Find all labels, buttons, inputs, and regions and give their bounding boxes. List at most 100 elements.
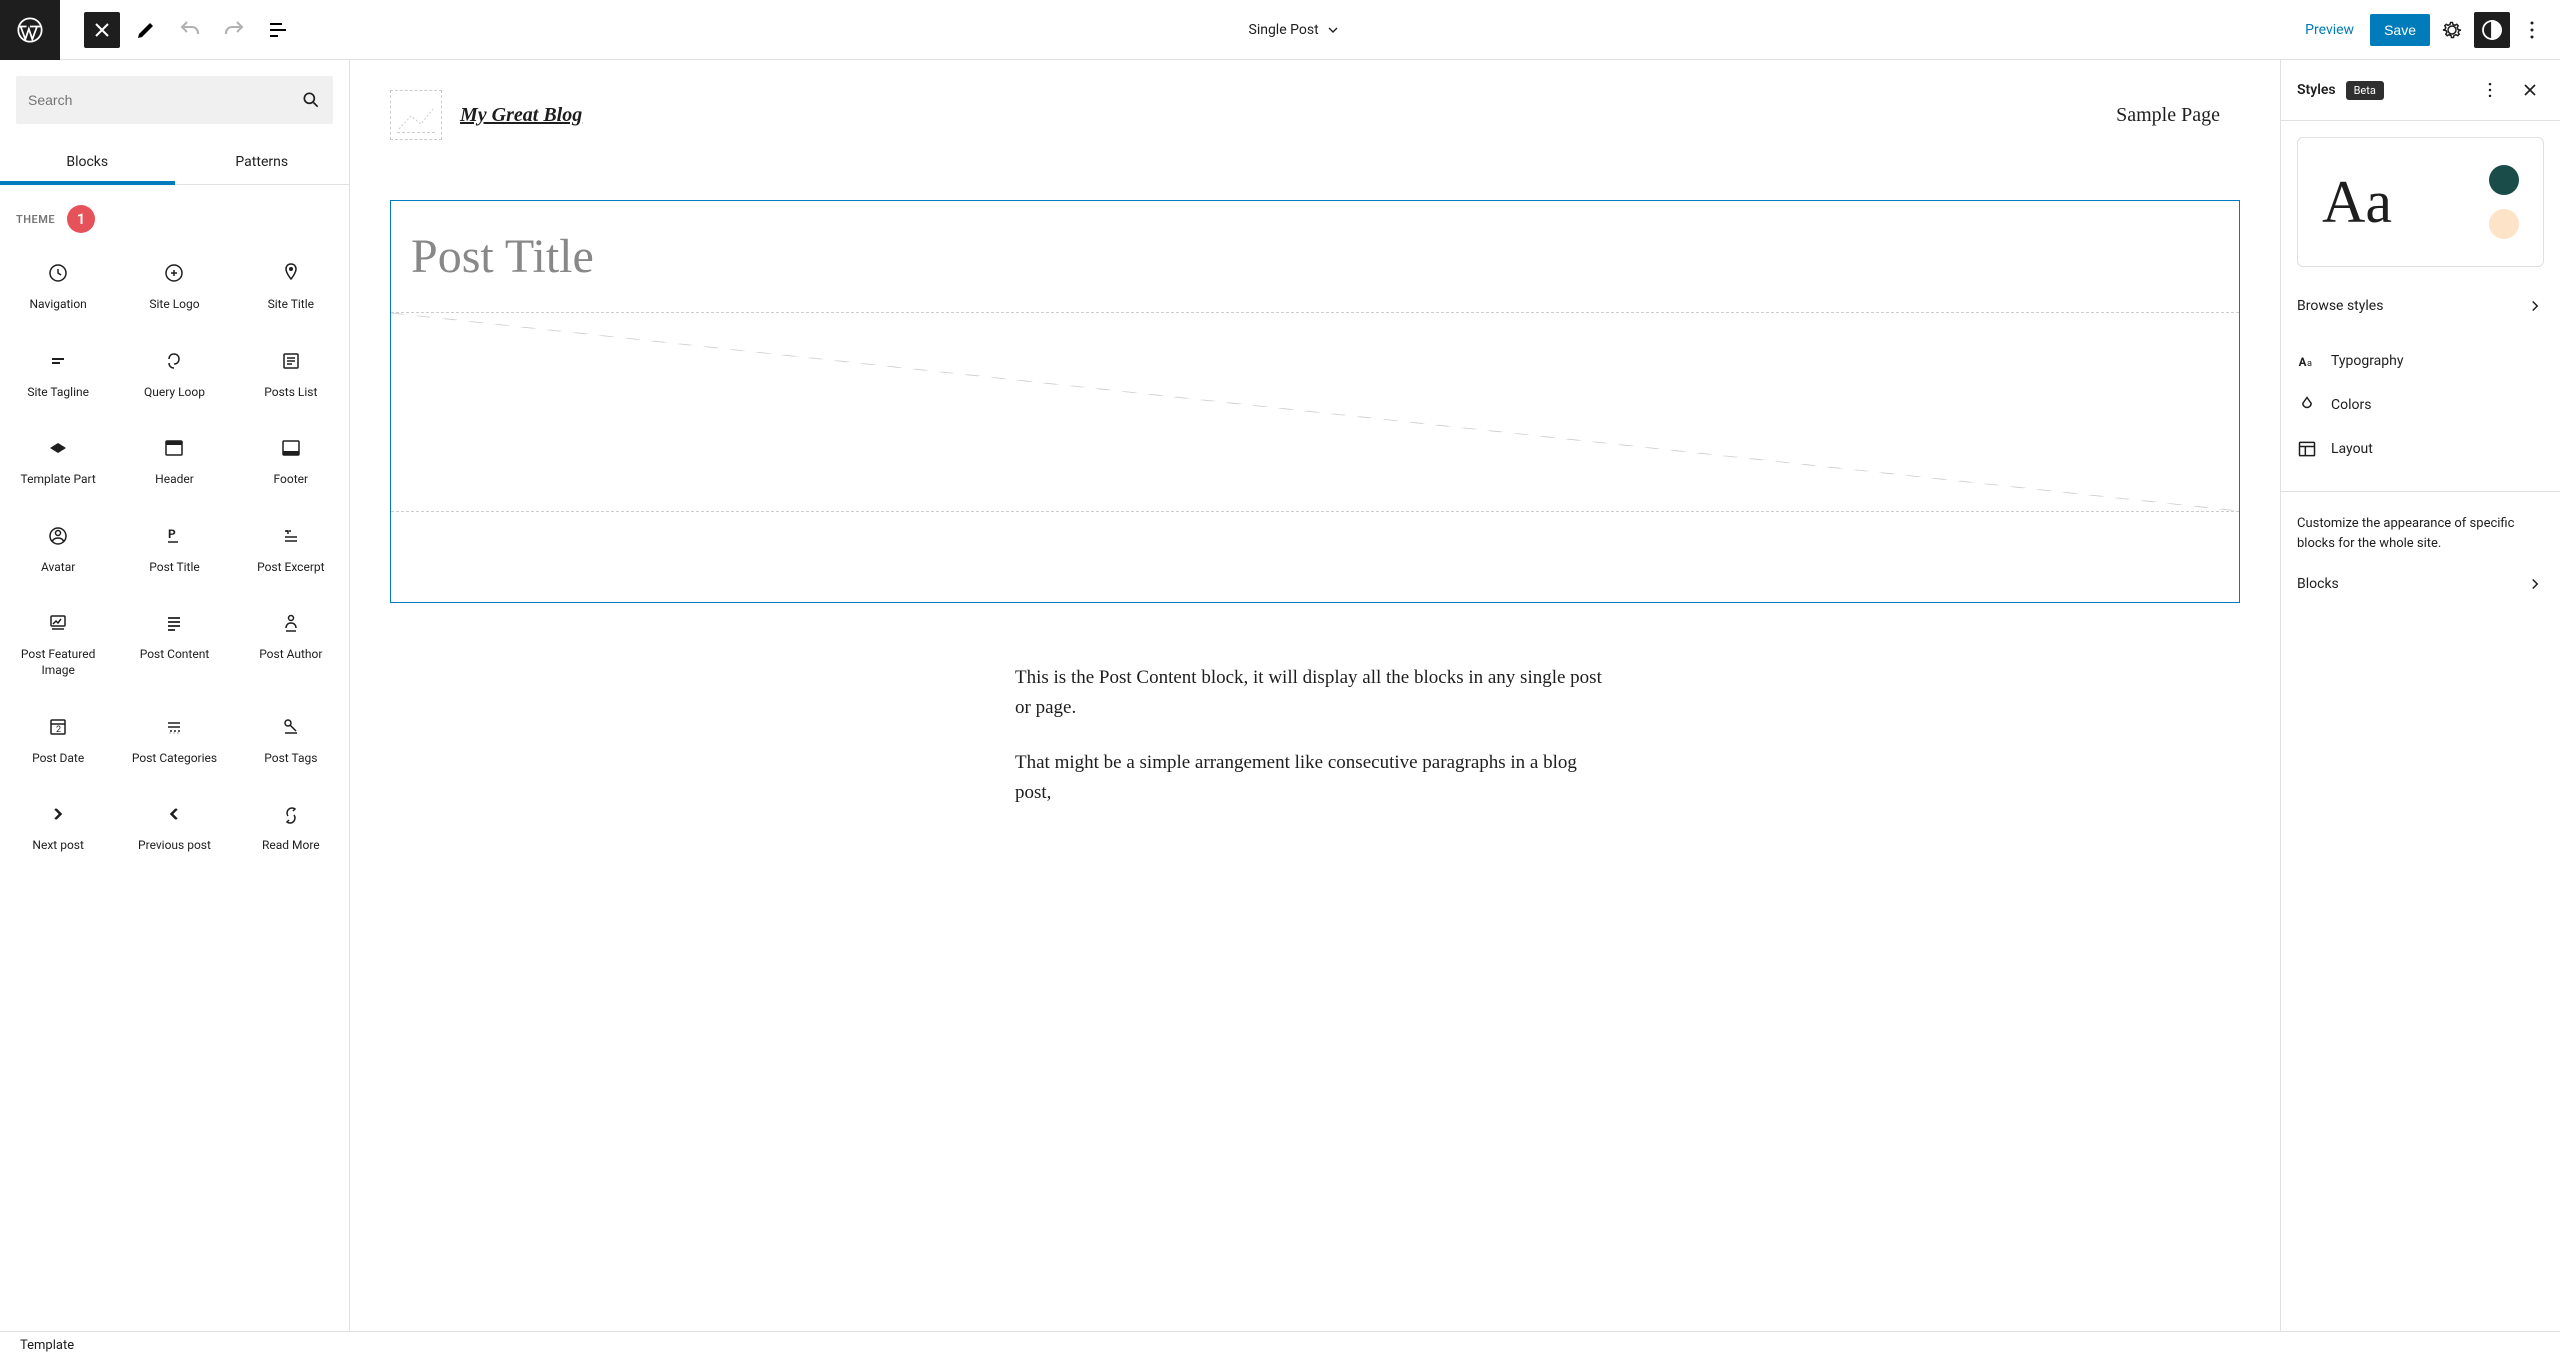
block-item-post-author[interactable]: Post Author (233, 593, 349, 696)
block-label: Post Excerpt (257, 560, 324, 576)
block-icon: P (162, 524, 186, 548)
styles-panel-header: Styles Beta (2281, 60, 2560, 121)
close-icon (90, 18, 114, 42)
block-icon (162, 611, 186, 635)
block-icon (279, 715, 303, 739)
block-icon: 2 (46, 715, 70, 739)
block-item-template-part[interactable]: Template Part (0, 418, 116, 506)
typography-icon: Aa (2297, 351, 2317, 371)
redo-button[interactable] (216, 12, 252, 48)
block-label: Post Tags (264, 751, 317, 767)
wordpress-icon (16, 16, 44, 44)
browse-styles-button[interactable]: Browse styles (2281, 283, 2560, 329)
block-item-post-date[interactable]: 2Post Date (0, 697, 116, 785)
block-item-next-post[interactable]: Next post (0, 784, 116, 872)
post-title-block[interactable]: Post Title (391, 201, 2239, 312)
block-item-site-tagline[interactable]: Site Tagline (0, 331, 116, 419)
style-preview-card[interactable]: Aa (2297, 137, 2544, 267)
colors-option[interactable]: Colors (2281, 383, 2560, 427)
list-view-icon (266, 18, 290, 42)
block-label: Site Title (268, 297, 314, 313)
settings-button[interactable] (2434, 12, 2470, 48)
block-item-post-featured-image[interactable]: Post Featured Image (0, 593, 116, 696)
block-item-read-more[interactable]: Read More (233, 784, 349, 872)
block-icon (162, 436, 186, 460)
editor-canvas[interactable]: My Great Blog Sample Page Post Title Thi… (350, 60, 2280, 1359)
block-item-query-loop[interactable]: Query Loop (116, 331, 232, 419)
block-item-site-logo[interactable]: Site Logo (116, 243, 232, 331)
search-input[interactable] (28, 92, 301, 108)
site-logo-placeholder[interactable] (390, 90, 442, 140)
block-item-navigation[interactable]: Navigation (0, 243, 116, 331)
redo-icon (222, 18, 246, 42)
browse-styles-label: Browse styles (2297, 298, 2383, 314)
block-item-post-tags[interactable]: Post Tags (233, 697, 349, 785)
block-label: Avatar (41, 560, 75, 576)
blocks-styles-label: Blocks (2297, 576, 2339, 592)
close-styles-button[interactable] (2512, 72, 2548, 108)
preview-button[interactable]: Preview (2293, 14, 2366, 46)
block-icon (162, 715, 186, 739)
typography-preview: Aa (2322, 168, 2392, 237)
block-icon (279, 524, 303, 548)
divider (2281, 491, 2560, 492)
list-view-button[interactable] (260, 12, 296, 48)
block-label: Next post (32, 838, 83, 854)
breadcrumb[interactable]: Template (0, 1331, 2560, 1359)
block-label: Post Categories (132, 751, 217, 767)
save-button[interactable]: Save (2370, 14, 2430, 46)
block-item-posts-list[interactable]: Posts List (233, 331, 349, 419)
selected-block-group[interactable]: Post Title (390, 200, 2240, 603)
more-options-button[interactable] (2514, 12, 2550, 48)
block-icon (46, 436, 70, 460)
block-icon (279, 611, 303, 635)
block-item-avatar[interactable]: Avatar (0, 506, 116, 594)
block-item-post-categories[interactable]: Post Categories (116, 697, 232, 785)
block-label: Post Content (140, 647, 210, 663)
tab-blocks[interactable]: Blocks (0, 140, 175, 184)
undo-icon (178, 18, 202, 42)
section-title-theme: THEME (16, 213, 55, 226)
more-vertical-icon (2520, 18, 2544, 42)
block-item-post-excerpt[interactable]: Post Excerpt (233, 506, 349, 594)
block-icon (279, 349, 303, 373)
wordpress-logo[interactable] (0, 0, 60, 60)
layout-option[interactable]: Layout (2281, 427, 2560, 471)
search-input-wrapper[interactable] (16, 76, 333, 124)
color-swatch-light (2489, 209, 2519, 239)
toolbar-right: Preview Save (2293, 12, 2560, 48)
styles-button[interactable] (2474, 12, 2510, 48)
block-item-header[interactable]: Header (116, 418, 232, 506)
undo-button[interactable] (172, 12, 208, 48)
site-title[interactable]: My Great Blog (460, 104, 582, 127)
close-inserter-button[interactable] (84, 12, 120, 48)
color-swatch-dark (2489, 165, 2519, 195)
spacer (391, 512, 2239, 602)
block-label: Post Author (259, 647, 322, 663)
post-content-block[interactable]: This is the Post Content block, it will … (995, 663, 1635, 809)
nav-link-sample-page[interactable]: Sample Page (2116, 104, 2240, 127)
block-item-site-title[interactable]: Site Title (233, 243, 349, 331)
edit-tool-button[interactable] (128, 12, 164, 48)
chevron-right-icon (2526, 297, 2544, 315)
close-icon (2520, 80, 2540, 100)
block-icon (46, 349, 70, 373)
tab-patterns[interactable]: Patterns (175, 140, 350, 184)
styles-more-button[interactable] (2472, 72, 2508, 108)
diagonal-placeholder-icon (391, 313, 2239, 511)
colors-label: Colors (2331, 397, 2371, 413)
svg-text:A: A (2299, 355, 2307, 369)
breadcrumb-item[interactable]: Template (20, 1338, 74, 1353)
template-name: Single Post (1249, 22, 1319, 38)
featured-image-placeholder[interactable] (391, 312, 2239, 512)
block-item-previous-post[interactable]: Previous post (116, 784, 232, 872)
block-icon (46, 261, 70, 285)
block-item-post-content[interactable]: Post Content (116, 593, 232, 696)
template-selector[interactable]: Single Post (1249, 22, 1341, 38)
placeholder-icon (391, 91, 441, 141)
blocks-styles-button[interactable]: Blocks (2281, 561, 2560, 607)
block-item-footer[interactable]: Footer (233, 418, 349, 506)
inserter-tabs: Blocks Patterns (0, 140, 349, 185)
typography-option[interactable]: Aa Typography (2281, 339, 2560, 383)
block-item-post-title[interactable]: PPost Title (116, 506, 232, 594)
